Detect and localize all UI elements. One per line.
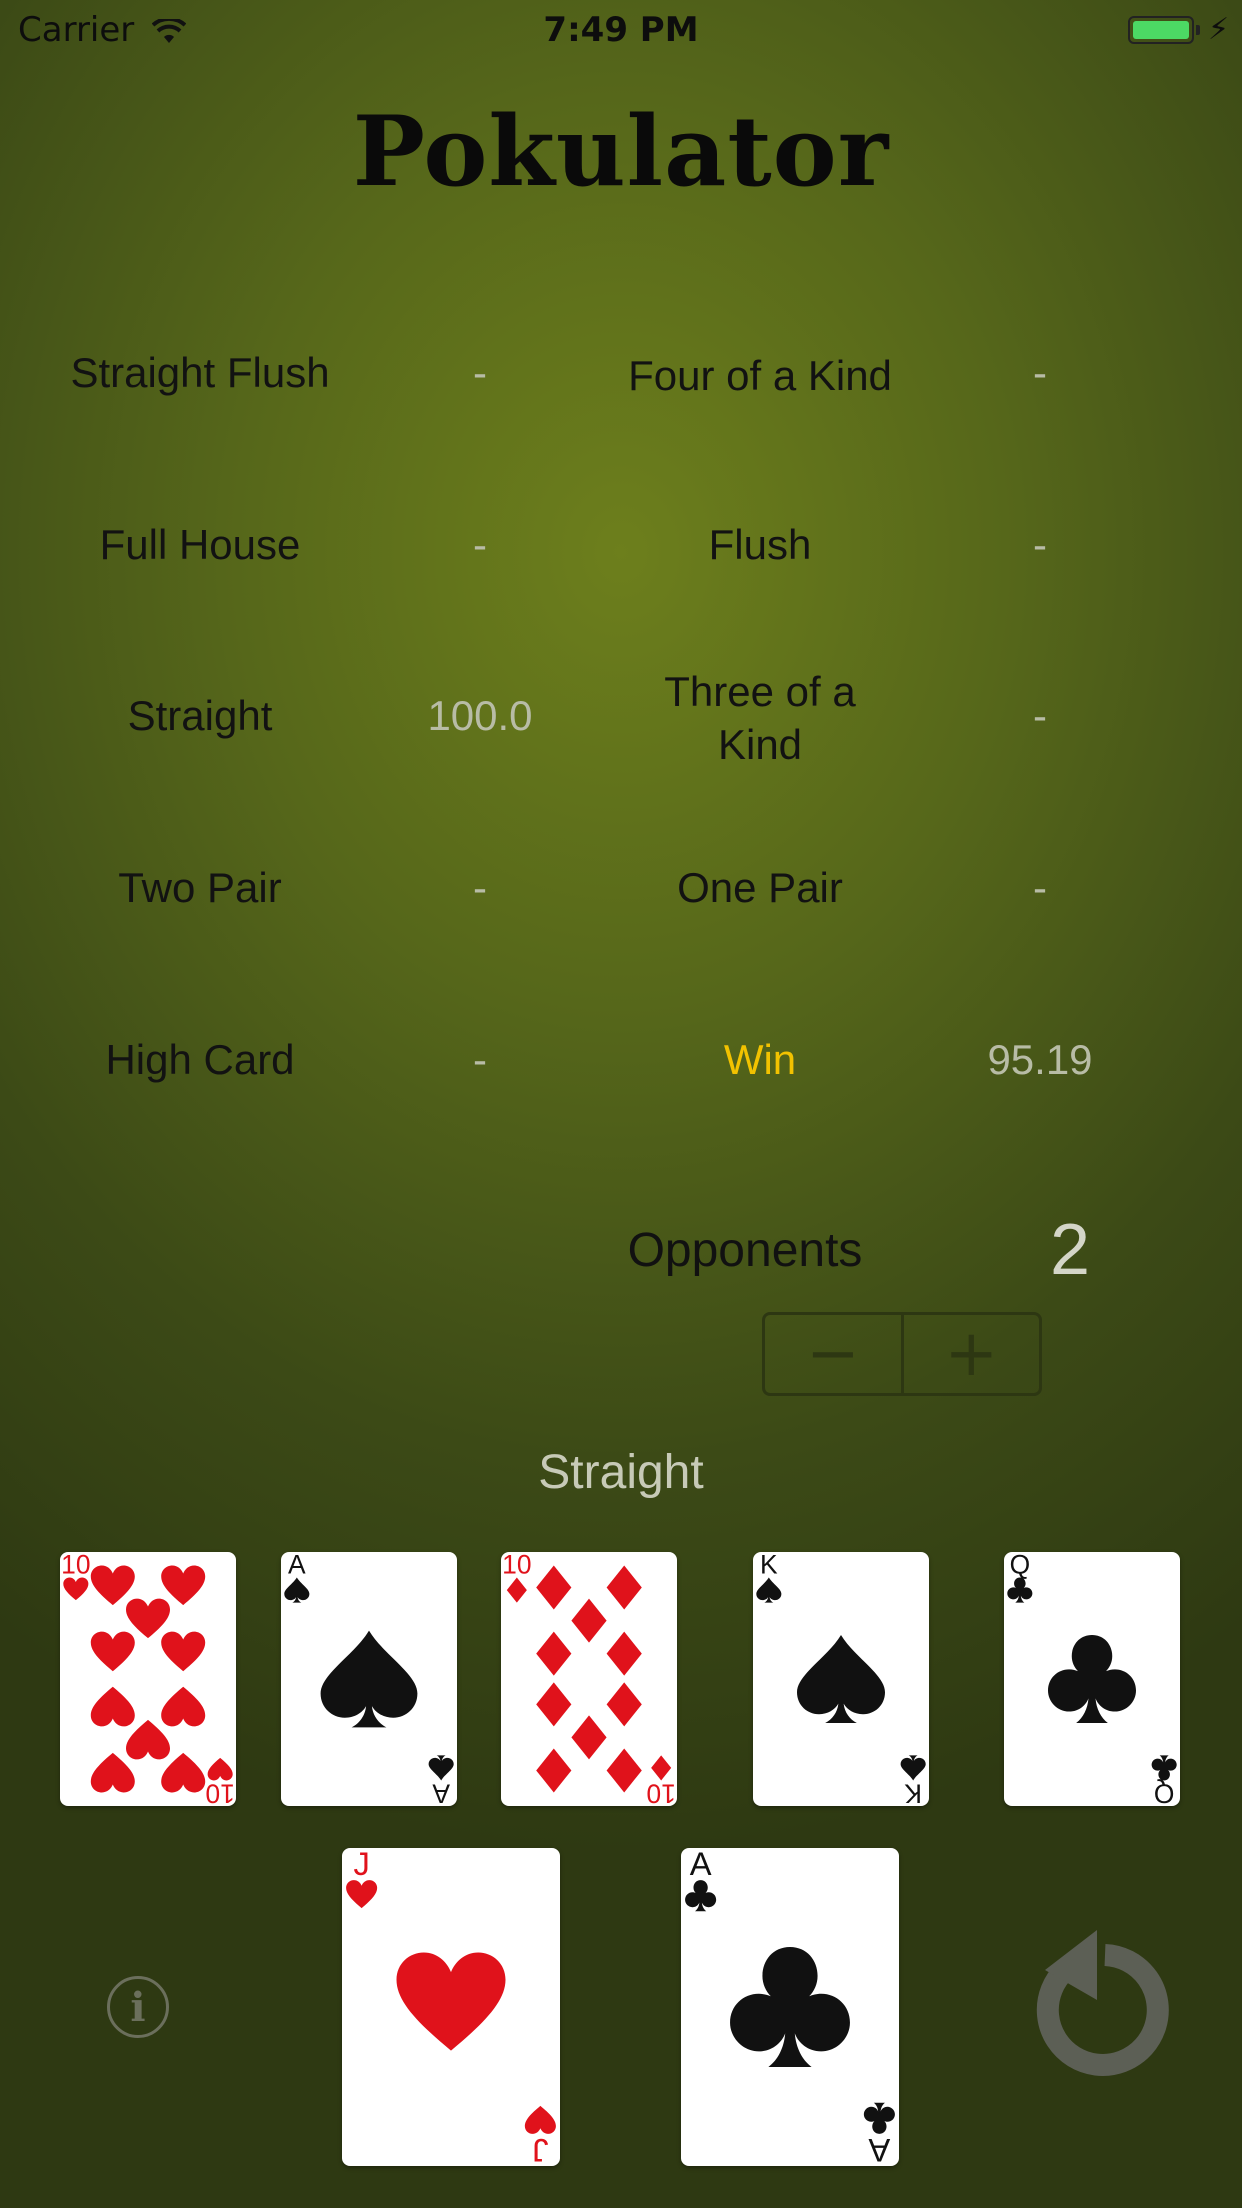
odds-label-flush: Flush: [708, 521, 812, 568]
card-rank-bottom: A: [432, 1778, 450, 1806]
card-pip-icon: [126, 1598, 170, 1639]
card-suit-corner-icon: [428, 1755, 454, 1781]
odds-label-high-card: High Card: [105, 1036, 295, 1083]
card-pip-icon: [90, 1752, 135, 1793]
odds-value-one-pair: -: [1033, 864, 1047, 911]
reset-icon[interactable]: [1025, 1930, 1175, 2080]
card-pip-icon: [90, 1631, 135, 1672]
card-rank-bottom: 10: [646, 1778, 675, 1806]
card-center-suit-icon: [1048, 1635, 1136, 1723]
app-title: Pokulator: [352, 95, 890, 208]
card-pip-icon: [90, 1565, 135, 1606]
card-suit-corner-icon: [524, 2105, 556, 2134]
card-center-suit-icon: [320, 1630, 418, 1728]
card-rank-top: 10: [61, 1552, 90, 1580]
card-center-suit-icon: [396, 1952, 506, 2051]
current-hand-label: Straight: [538, 1446, 704, 1499]
card-pip-icon: [90, 1686, 135, 1727]
odds-label-four-of-a-kind: Four of a Kind: [628, 351, 892, 399]
win-value: 95.19: [987, 1036, 1093, 1083]
card-pip-icon: [606, 1631, 642, 1676]
card-pip-icon: [536, 1631, 572, 1676]
card-pip-icon: [161, 1752, 206, 1793]
card-rank-top: A: [288, 1552, 306, 1580]
win-label: Win: [723, 1036, 797, 1083]
odds-label-two-pair: Two Pair: [118, 864, 282, 911]
card-suit-corner-icon: [863, 2102, 895, 2134]
status-time: 7:49 PM: [543, 10, 699, 50]
decrement-opponents-button[interactable]: −: [765, 1315, 901, 1393]
board-card-1[interactable]: 10 10: [60, 1552, 236, 1806]
card-suit-corner-icon: [284, 1577, 310, 1603]
card-rank-top: Q: [1010, 1552, 1031, 1580]
card-rank-bottom: A: [868, 2132, 890, 2166]
status-bar: Carrier 7:49 PM ⚡: [0, 0, 1242, 60]
odds-value-full-house: -: [473, 521, 487, 568]
odds-label-three-of-a-kind: Three of a Kind: [664, 668, 856, 768]
card-rank-top: K: [760, 1552, 778, 1580]
card-suit-corner-icon: [651, 1755, 672, 1781]
card-pip-icon: [571, 1598, 607, 1643]
odds-value-two-pair: -: [473, 864, 487, 911]
odds-label-full-house: Full House: [99, 521, 301, 568]
opponents-stepper: − +: [762, 1312, 1042, 1396]
card-rank-top: A: [690, 1848, 712, 1882]
card-suit-corner-icon: [506, 1577, 527, 1603]
card-rank-bottom: J: [532, 2132, 548, 2166]
card-pip-icon: [606, 1748, 642, 1793]
card-pip-icon: [571, 1715, 607, 1760]
card-suit-corner-icon: [900, 1755, 926, 1781]
charging-icon: ⚡: [1208, 12, 1230, 47]
odds-label-one-pair: One Pair: [677, 864, 843, 911]
card-suit-corner-icon: [1151, 1755, 1177, 1781]
opponents-label: Opponents: [627, 1223, 863, 1277]
board-card-3[interactable]: 10 10: [501, 1552, 677, 1806]
card-pip-icon: [536, 1748, 572, 1793]
card-rank-top: J: [353, 1848, 369, 1882]
hole-card-1[interactable]: JJ: [342, 1848, 560, 2166]
card-pip-icon: [161, 1565, 206, 1606]
battery-icon: [1128, 16, 1194, 44]
odds-value-straight: 100.0: [427, 692, 533, 739]
increment-opponents-button[interactable]: +: [900, 1315, 1040, 1393]
card-rank-top: 10: [502, 1552, 531, 1580]
card-pip-icon: [126, 1719, 170, 1760]
card-suit-corner-icon: [1007, 1577, 1033, 1603]
board-card-5[interactable]: QQ: [1004, 1552, 1180, 1806]
odds-value-four-of-a-kind: -: [1033, 349, 1047, 396]
odds-label-straight-flush: Straight Flush: [70, 349, 330, 396]
card-pip-icon: [536, 1565, 572, 1610]
card-suit-corner-icon: [685, 1880, 717, 1912]
odds-value-straight-flush: -: [473, 349, 487, 396]
odds-value-flush: -: [1033, 521, 1047, 568]
board-card-4[interactable]: KK: [753, 1552, 929, 1806]
odds-label-straight: Straight: [127, 692, 273, 739]
card-pip-icon: [606, 1682, 642, 1727]
card-suit-corner-icon: [756, 1577, 782, 1603]
card-center-suit-icon: [797, 1635, 885, 1723]
hole-card-2[interactable]: AA: [681, 1848, 899, 2166]
card-rank-bottom: Q: [1154, 1778, 1175, 1806]
opponents-count: 2: [1049, 1210, 1091, 1290]
info-icon[interactable]: i: [107, 1976, 169, 2038]
card-rank-bottom: 10: [205, 1778, 234, 1806]
odds-value-three-of-a-kind: -: [1033, 692, 1047, 739]
card-pip-icon: [161, 1631, 206, 1672]
board-card-2[interactable]: AA: [281, 1552, 457, 1806]
card-center-suit-icon: [730, 1947, 850, 2067]
card-pip-icon: [536, 1682, 572, 1727]
card-suit-corner-icon: [63, 1577, 89, 1601]
odds-value-high-card: -: [473, 1036, 487, 1083]
card-pip-icon: [606, 1565, 642, 1610]
card-pip-icon: [161, 1686, 206, 1727]
battery-cap: [1196, 25, 1200, 35]
card-suit-corner-icon: [346, 1880, 378, 1909]
card-suit-corner-icon: [207, 1757, 233, 1781]
card-rank-bottom: K: [904, 1778, 922, 1806]
